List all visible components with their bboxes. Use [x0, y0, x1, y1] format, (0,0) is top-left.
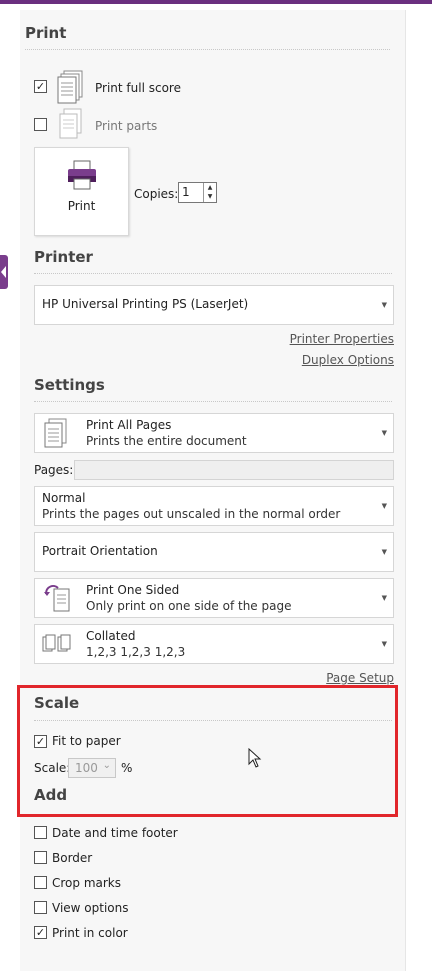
collation-select[interactable]: Collated 1,2,3 1,2,3 1,2,3 ▼ [34, 624, 394, 664]
sides-select[interactable]: Print One Sided Only print on one side o… [34, 578, 394, 618]
window-accent-bar [0, 0, 432, 4]
page-range-title: Print All Pages [86, 418, 172, 432]
page-range-select[interactable]: Print All Pages Prints the entire docume… [34, 413, 394, 453]
print-in-color-label: Print in color [52, 926, 128, 940]
chevron-down-icon: ▼ [381, 594, 387, 602]
print-parts-label: Print parts [95, 119, 158, 133]
copies-value: 1 [182, 185, 190, 199]
collapse-panel-tab[interactable] [0, 255, 8, 289]
scaling-select[interactable]: Normal Prints the pages out unscaled in … [34, 486, 394, 526]
scaling-title: Normal [42, 491, 86, 505]
printer-heading: Printer [34, 248, 93, 266]
view-options-label: View options [52, 901, 129, 915]
chevron-down-icon: ▼ [381, 548, 387, 556]
duplex-options-link[interactable]: Duplex Options [302, 353, 394, 367]
full-score-icon [57, 70, 83, 104]
collation-title: Collated [86, 629, 136, 643]
printer-properties-link[interactable]: Printer Properties [290, 332, 394, 346]
sides-subtitle: Only print on one side of the page [86, 599, 292, 613]
crop-marks-checkbox[interactable] [34, 876, 47, 889]
collation-subtitle: 1,2,3 1,2,3 1,2,3 [86, 645, 186, 659]
date-time-footer-checkbox[interactable] [34, 826, 47, 839]
mouse-cursor-icon [248, 748, 262, 768]
highlight-box [17, 685, 398, 817]
settings-heading: Settings [34, 376, 105, 394]
scaling-subtitle: Prints the pages out unscaled in the nor… [42, 507, 341, 521]
printer-select-value: HP Universal Printing PS (LaserJet) [42, 297, 249, 311]
pages-label: Pages: [34, 463, 74, 477]
border-checkbox[interactable] [34, 851, 47, 864]
collated-icon [42, 634, 71, 652]
print-heading: Print [25, 24, 67, 42]
chevron-down-icon: ▼ [381, 301, 387, 309]
divider [34, 273, 392, 274]
print-full-score-label: Print full score [95, 81, 181, 95]
print-button[interactable]: Print [34, 147, 129, 236]
divider [25, 49, 390, 50]
page-range-subtitle: Prints the entire document [86, 434, 247, 448]
spin-arrows-icon[interactable]: ▲ ▼ [203, 183, 216, 202]
page-setup-link[interactable]: Page Setup [326, 671, 394, 685]
one-sided-icon [44, 585, 70, 612]
copies-label: Copies: [134, 187, 179, 201]
printer-select[interactable]: HP Universal Printing PS (LaserJet) ▼ [34, 285, 394, 325]
print-parts-checkbox[interactable] [34, 118, 47, 131]
print-button-label: Print [67, 199, 96, 213]
orientation-value: Portrait Orientation [42, 544, 158, 558]
orientation-select[interactable]: Portrait Orientation ▼ [34, 532, 394, 572]
border-label: Border [52, 851, 93, 865]
chevron-down-icon: ▼ [381, 640, 387, 648]
view-options-checkbox[interactable] [34, 901, 47, 914]
date-time-footer-label: Date and time footer [52, 826, 178, 840]
parts-icon [59, 108, 82, 139]
crop-marks-label: Crop marks [52, 876, 121, 890]
printer-icon [68, 160, 96, 190]
sides-title: Print One Sided [86, 583, 180, 597]
copies-stepper[interactable]: 1 ▲ ▼ [178, 182, 217, 203]
pages-input[interactable] [74, 460, 394, 480]
chevron-down-icon: ▼ [381, 502, 387, 510]
print-full-score-checkbox[interactable]: ✓ [34, 80, 47, 93]
print-in-color-checkbox[interactable]: ✓ [34, 926, 47, 939]
pages-icon [44, 418, 67, 448]
divider [34, 401, 392, 402]
chevron-down-icon: ▼ [381, 429, 387, 437]
